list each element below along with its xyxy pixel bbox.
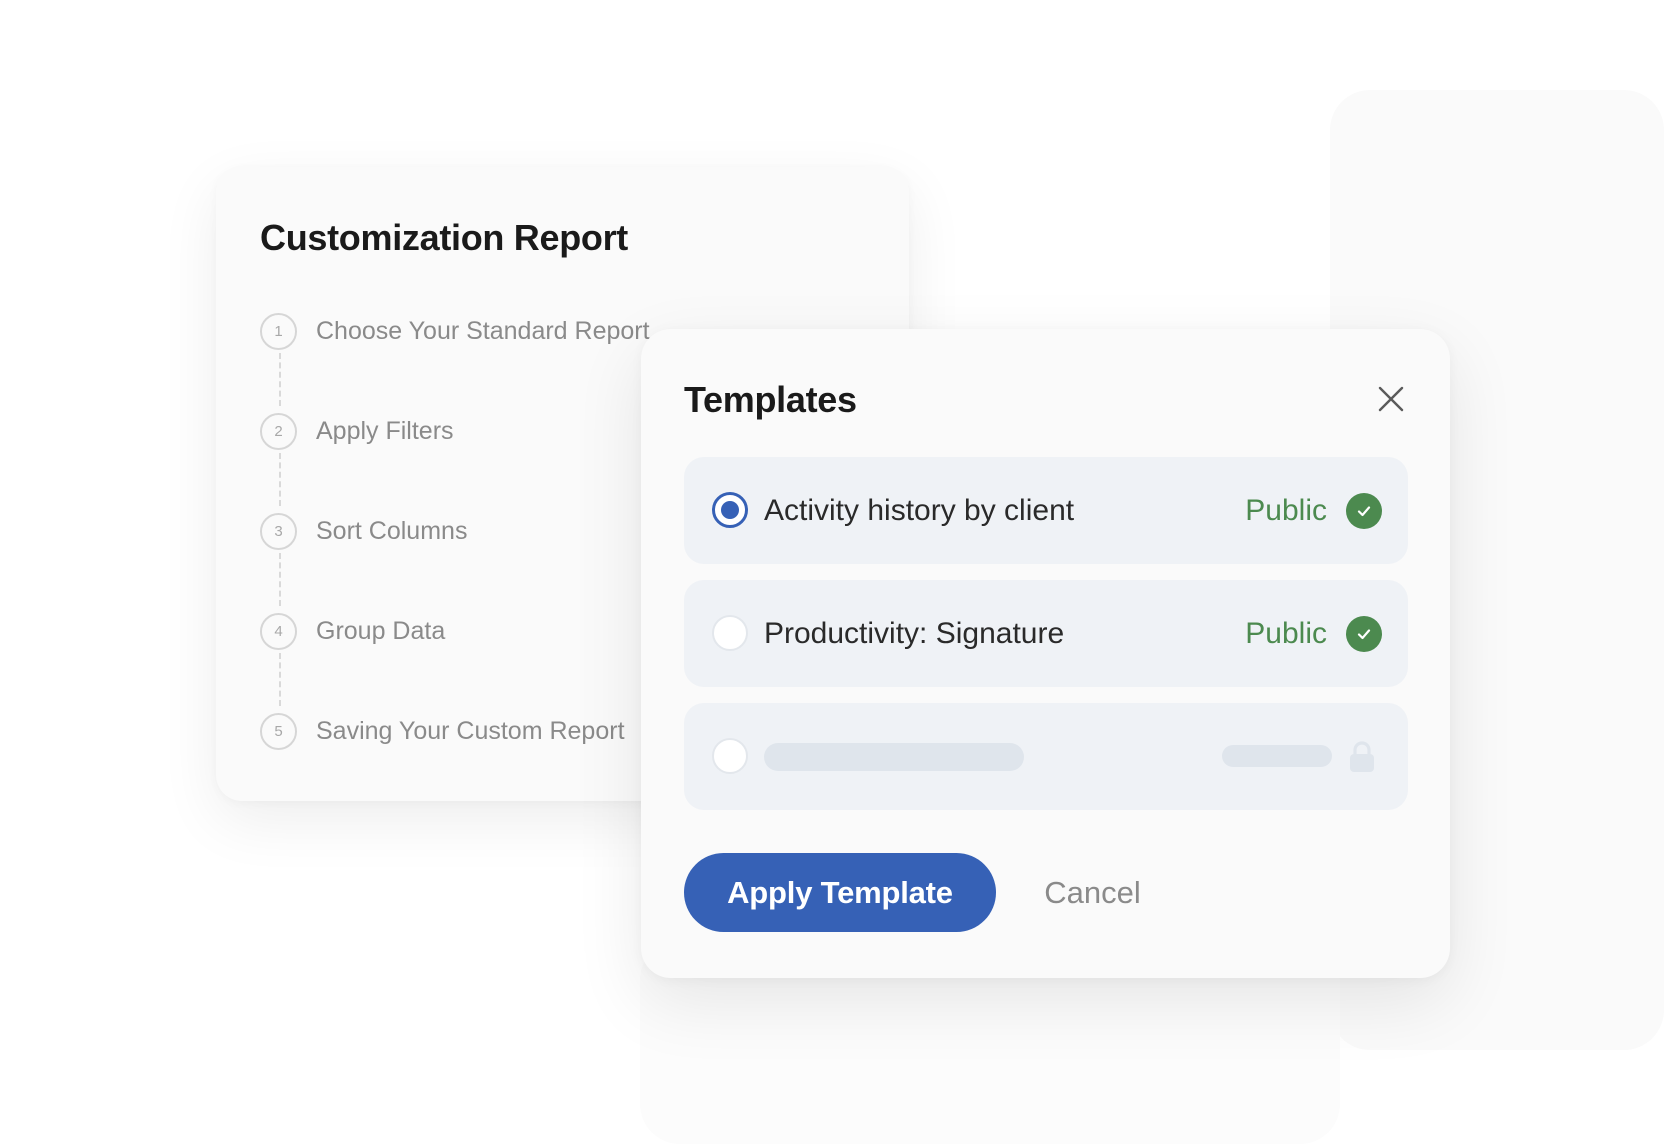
step-label: Group Data: [316, 616, 446, 645]
step-number: 4: [260, 612, 297, 650]
report-title: Customization Report: [260, 217, 628, 258]
step-number: 5: [260, 712, 297, 750]
step-group-data[interactable]: 4 Group Data: [260, 610, 445, 652]
step-label: Choose Your Standard Report: [316, 316, 650, 345]
check-circle-icon: [1346, 493, 1382, 529]
step-connector: [279, 453, 281, 506]
radio-unselected[interactable]: [712, 738, 748, 774]
template-option-activity-history[interactable]: Activity history by client Public: [684, 457, 1408, 564]
visibility-status: Public: [1245, 494, 1327, 527]
step-connector: [279, 653, 281, 706]
visibility-status: Public: [1245, 617, 1327, 650]
radio-selected[interactable]: [712, 492, 748, 528]
step-label: Apply Filters: [316, 416, 454, 445]
skeleton-status-bar: [1222, 745, 1332, 767]
step-connector: [279, 353, 281, 406]
template-option-productivity-signature[interactable]: Productivity: Signature Public: [684, 580, 1408, 687]
step-connector: [279, 553, 281, 606]
close-button[interactable]: [1371, 379, 1411, 419]
apply-template-button[interactable]: Apply Template: [684, 853, 996, 932]
step-label: Saving Your Custom Report: [316, 716, 625, 745]
step-sort-columns[interactable]: 3 Sort Columns: [260, 510, 467, 552]
cancel-button[interactable]: Cancel: [1025, 853, 1160, 932]
step-number: 3: [260, 512, 297, 550]
radio-unselected[interactable]: [712, 615, 748, 651]
templates-modal: Templates Activity history by client Pub…: [641, 329, 1450, 978]
check-circle-icon: [1346, 616, 1382, 652]
step-number: 1: [260, 312, 297, 350]
step-label: Sort Columns: [316, 516, 468, 545]
lock-icon: [1350, 741, 1374, 772]
template-name: Productivity: Signature: [764, 617, 1065, 650]
template-name: Activity history by client: [764, 494, 1075, 527]
skeleton-name-bar: [764, 743, 1024, 771]
step-choose-standard-report[interactable]: 1 Choose Your Standard Report: [260, 310, 650, 352]
template-option-placeholder[interactable]: [684, 703, 1408, 810]
step-apply-filters[interactable]: 2 Apply Filters: [260, 410, 454, 452]
close-icon: [1378, 386, 1404, 412]
modal-title: Templates: [684, 379, 857, 420]
step-number: 2: [260, 412, 297, 450]
step-saving-custom-report[interactable]: 5 Saving Your Custom Report: [260, 710, 625, 752]
